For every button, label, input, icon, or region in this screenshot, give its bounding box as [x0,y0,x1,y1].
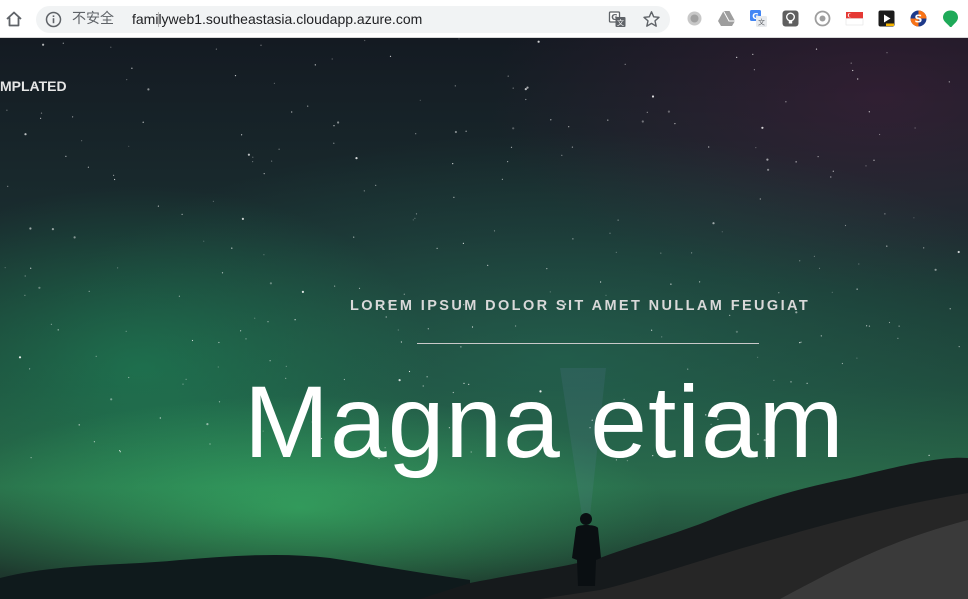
browser-toolbar: 不安全 familyweb1.southeastasia.cloudapp.az… [0,0,968,38]
google-translate-extension-icon[interactable]: G 文 [749,9,768,28]
url-text[interactable]: familyweb1.southeastasia.cloudapp.azure.… [132,11,422,28]
info-icon[interactable] [45,11,62,28]
lightbulb-extension-icon[interactable] [781,9,800,28]
address-bar[interactable]: 不安全 familyweb1.southeastasia.cloudapp.az… [36,6,670,33]
hero-subtitle: LOREM IPSUM DOLOR SIT AMET NULLAM FEUGIA… [350,298,811,314]
grey-circle-extension-icon[interactable] [685,9,704,28]
hero-headline: Magna etiam [244,365,845,479]
bookmark-star-icon[interactable] [642,10,661,29]
security-status-label[interactable]: 不安全 [72,11,114,28]
translate-icon[interactable]: G 文 [608,10,627,29]
singapore-flag-icon[interactable] [845,9,864,28]
svg-text:S: S [915,12,923,25]
home-icon[interactable] [4,9,24,29]
hero-banner: MPLATED LOREM IPSUM DOLOR SIT AMET NULLA… [0,38,968,599]
s-logo-extension-icon[interactable]: S [909,9,928,28]
eye-extension-icon[interactable] [813,9,832,28]
drive-icon[interactable] [717,9,736,28]
person-silhouette [560,368,606,586]
play-extension-icon[interactable] [877,9,896,28]
site-logo[interactable]: MPLATED [0,78,67,94]
green-pin-extension-icon[interactable] [941,9,960,28]
hero-divider [417,343,759,344]
svg-text:文: 文 [617,18,624,27]
svg-text:文: 文 [758,18,765,27]
